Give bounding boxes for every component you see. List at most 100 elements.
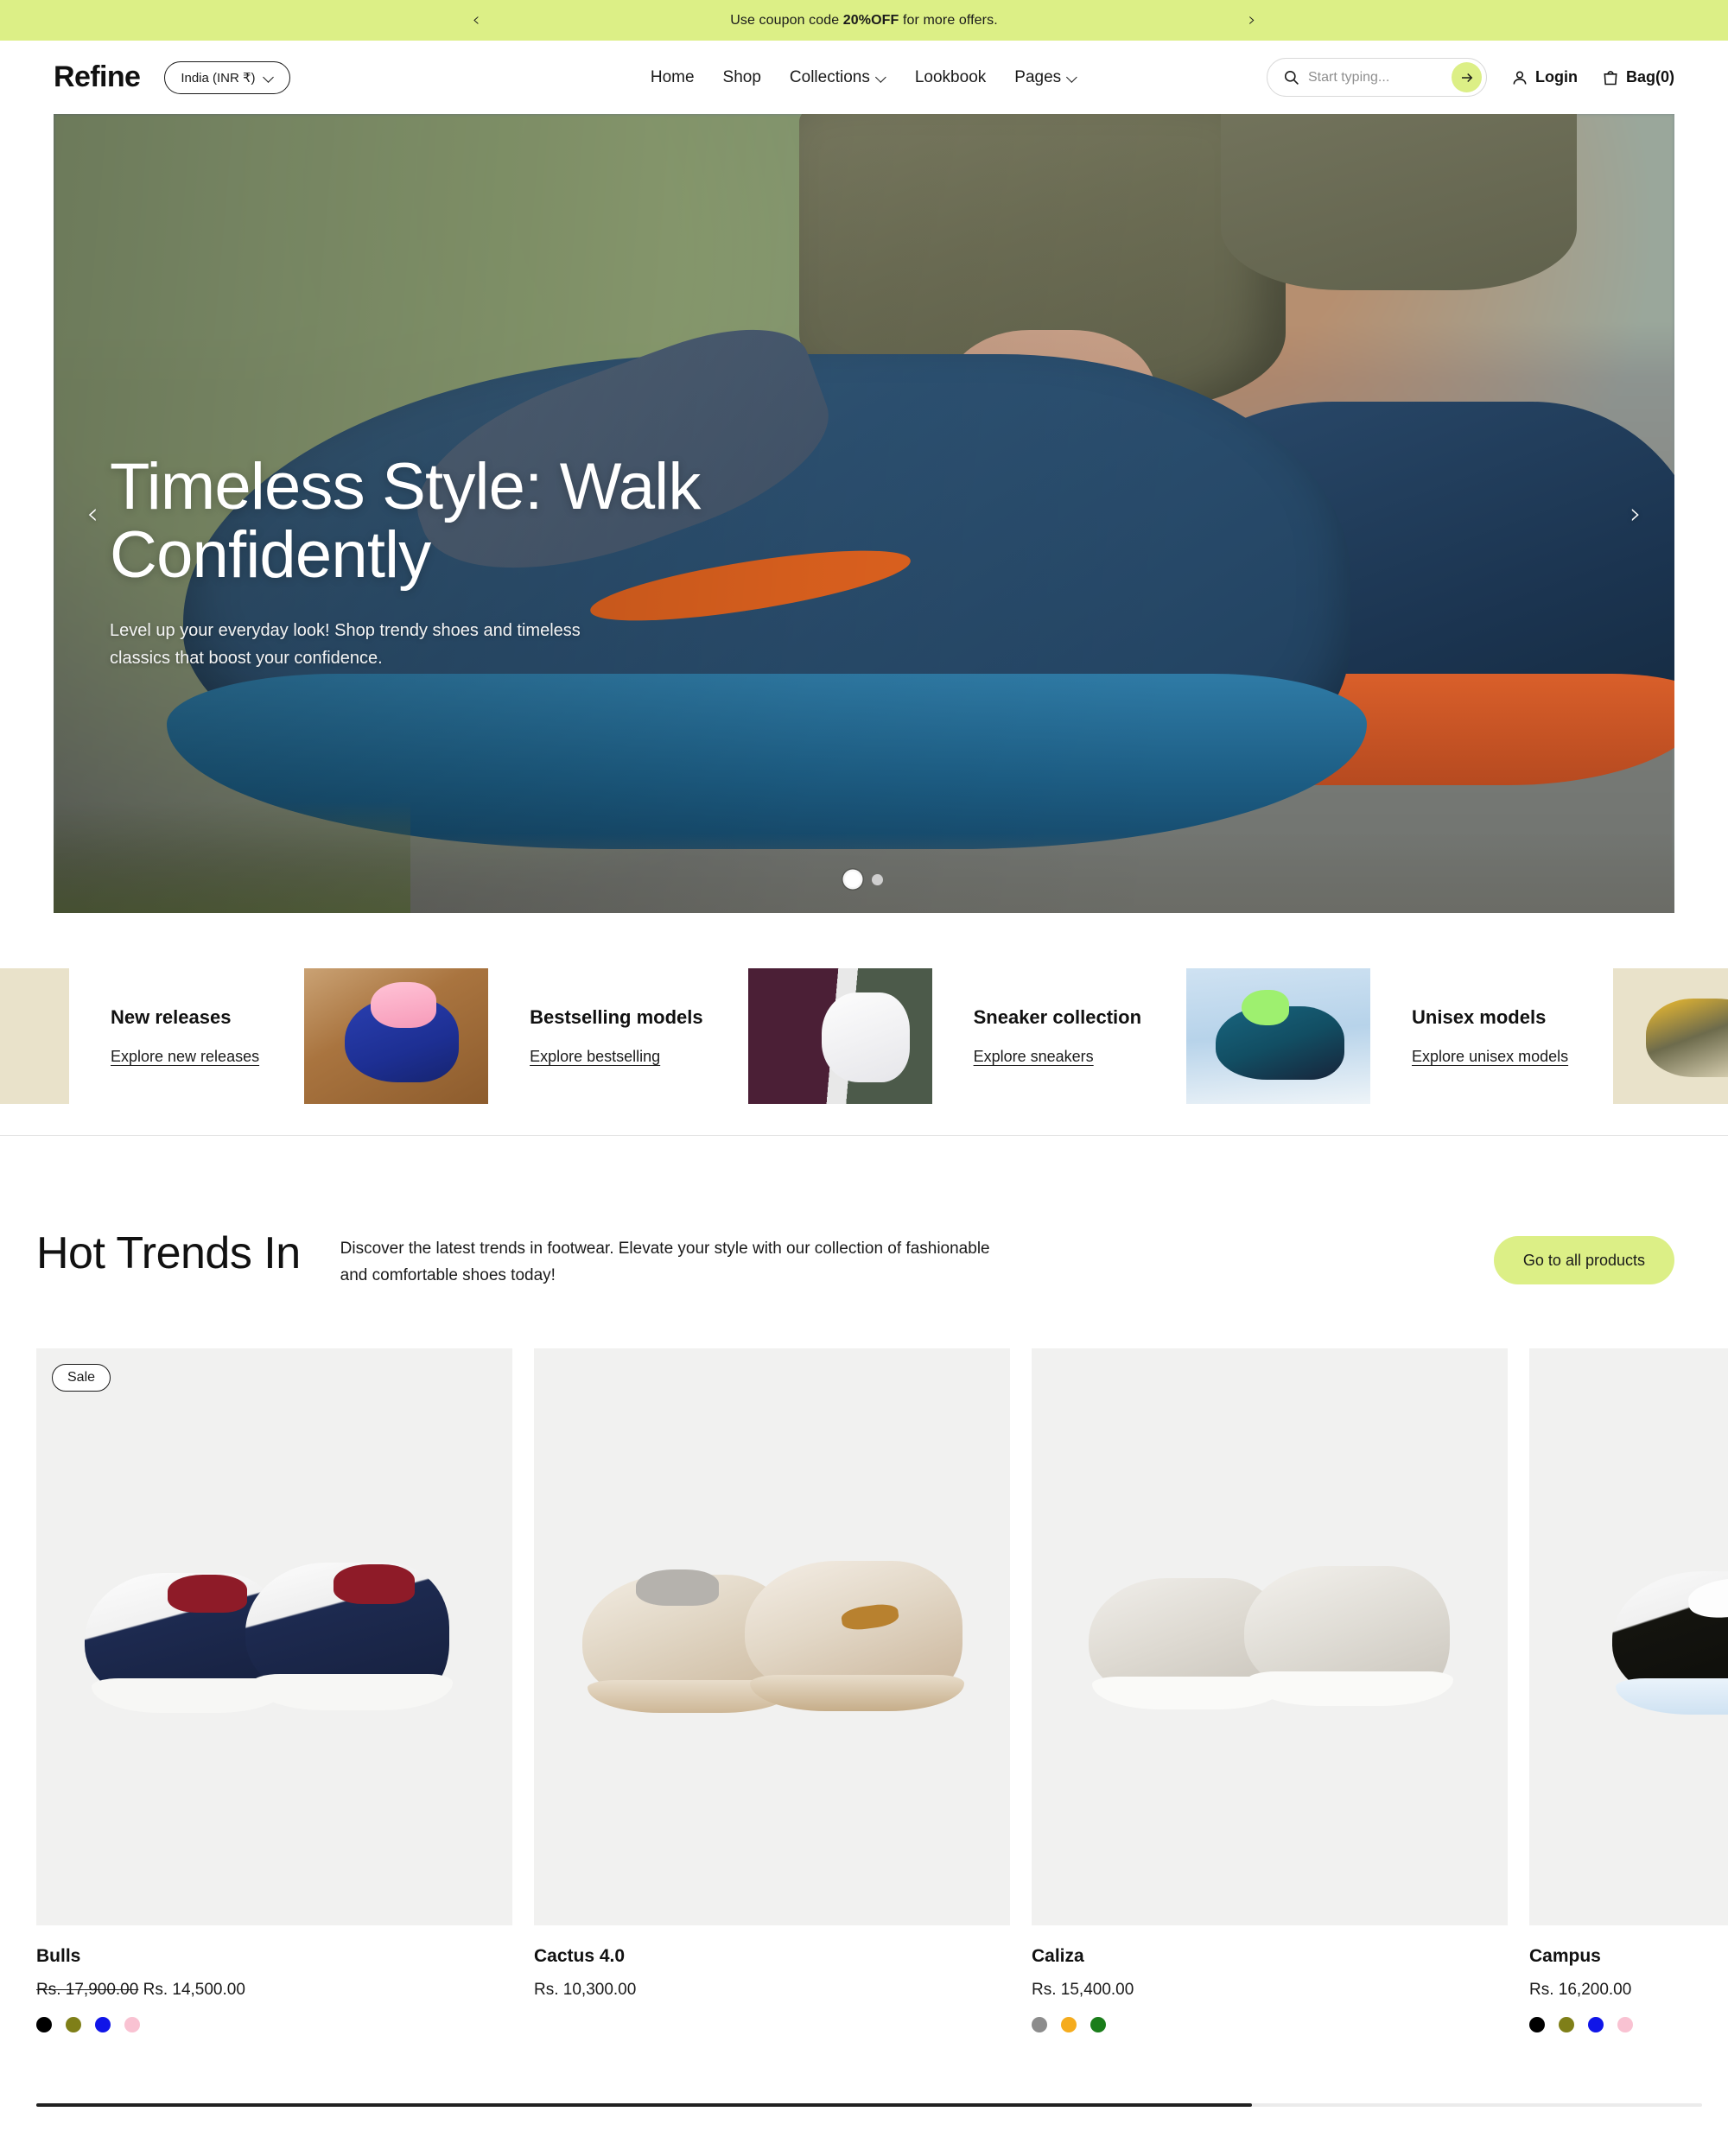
product-photo-caliza	[1080, 1549, 1460, 1747]
category-title: Sneaker collection	[973, 1006, 1142, 1028]
nav-item-home[interactable]: Home	[651, 68, 695, 87]
nav-item-pages[interactable]: Pages	[1014, 68, 1077, 87]
category-item-new-releases[interactable]: New releases Explore new releases	[69, 968, 489, 1104]
nav-label: Collections	[789, 67, 870, 86]
announcement-prev-icon[interactable]: ‹	[465, 10, 487, 32]
user-icon	[1513, 71, 1527, 85]
category-item-sneakers[interactable]: Sneaker collection Explore sneakers	[932, 968, 1371, 1104]
nav-label: Lookbook	[914, 67, 987, 86]
go-to-all-products-button[interactable]: Go to all products	[1493, 1236, 1674, 1284]
product-image[interactable]: Sale	[36, 1348, 512, 1925]
hero-carousel: Timeless Style: Walk Confidently Level u…	[54, 114, 1674, 913]
search-box[interactable]	[1267, 58, 1487, 97]
product-card-bulls[interactable]: Sale Bulls Rs. 17,900.00 Rs. 14,500.00	[36, 1348, 512, 2032]
product-name: Caliza	[1032, 1945, 1084, 1966]
color-swatch-blue[interactable]	[95, 2016, 111, 2032]
category-item-bestselling[interactable]: Bestselling models Explore bestselling	[488, 968, 932, 1104]
chevron-down-icon	[1068, 73, 1077, 82]
nav-item-shop[interactable]: Shop	[723, 68, 761, 87]
section-title: Hot Trends In	[36, 1228, 301, 1278]
product-price-current: Rs. 15,400.00	[1032, 1980, 1134, 1999]
main-navigation: Home Shop Collections Lookbook Pages	[651, 68, 1077, 87]
color-swatch-pink[interactable]	[124, 2016, 140, 2032]
category-item-unisex[interactable]: Unisex models Explore unisex models	[1370, 968, 1728, 1104]
category-title: Unisex models	[1412, 1006, 1547, 1028]
hero-prev-icon[interactable]: ‹	[73, 494, 112, 534]
color-swatch-black[interactable]	[36, 2016, 52, 2032]
product-name: Campus	[1529, 1945, 1601, 1966]
product-card-cactus[interactable]: Cactus 4.0 Rs. 10,300.00	[534, 1348, 1010, 2032]
search-submit-button[interactable]	[1452, 62, 1482, 92]
category-image-sneakers	[1186, 968, 1371, 1104]
product-name: Bulls	[36, 1945, 81, 1966]
carousel-progress-track[interactable]	[36, 2103, 1702, 2107]
hero-next-icon[interactable]: ›	[1616, 494, 1655, 534]
category-link[interactable]: Explore new releases	[111, 1048, 259, 1066]
announcement-bar: ‹ Use coupon code 20%OFF for more offers…	[0, 0, 1728, 41]
hero-dots	[845, 872, 883, 887]
bag-label: Bag(0)	[1625, 68, 1674, 86]
color-swatch-olive[interactable]	[66, 2016, 81, 2032]
category-image-partial	[0, 968, 69, 1104]
brand-logo[interactable]: Refine	[54, 60, 141, 94]
category-link[interactable]: Explore bestselling	[530, 1048, 660, 1066]
sale-badge: Sale	[52, 1363, 111, 1392]
nav-label: Shop	[722, 67, 761, 86]
product-card-campus[interactable]: Campus Rs. 16,200.00	[1529, 1348, 1728, 2032]
product-photo-cactus	[581, 1549, 964, 1747]
color-swatch-black[interactable]	[1529, 2016, 1545, 2032]
product-color-swatches	[1032, 2016, 1508, 2032]
product-price-original: Rs. 17,900.00	[36, 1980, 139, 1999]
announcement-text: Use coupon code 20%OFF for more offers.	[730, 13, 998, 29]
nav-label: Pages	[1014, 67, 1062, 86]
category-image-new-releases	[304, 968, 489, 1104]
announcement-prefix: Use coupon code	[730, 12, 843, 28]
color-swatch-pink[interactable]	[1617, 2016, 1633, 2032]
login-button[interactable]: Login	[1511, 68, 1578, 87]
color-swatch-olive[interactable]	[1559, 2016, 1574, 2032]
category-link[interactable]: Explore unisex models	[1412, 1048, 1568, 1066]
product-card-caliza[interactable]: Caliza Rs. 15,400.00	[1032, 1348, 1508, 2032]
hero-title: Timeless Style: Walk Confidently	[110, 450, 701, 593]
product-image[interactable]	[534, 1348, 1010, 1925]
category-link[interactable]: Explore sneakers	[974, 1048, 1094, 1066]
product-color-swatches	[1529, 2016, 1728, 2032]
search-icon	[1284, 70, 1299, 85]
product-price-current: Rs. 14,500.00	[143, 1980, 245, 1999]
product-name: Cactus 4.0	[534, 1945, 626, 1966]
product-price: Rs. 17,900.00 Rs. 14,500.00	[36, 1981, 512, 2000]
nav-item-lookbook[interactable]: Lookbook	[915, 68, 986, 87]
site-header: Refine India (INR ₹) Home Shop Collectio…	[0, 41, 1728, 114]
section-description: Discover the latest trends in footwear. …	[340, 1240, 990, 1284]
hero-dot-1[interactable]	[845, 872, 861, 887]
category-title: New releases	[111, 1006, 232, 1028]
search-input[interactable]	[1308, 69, 1443, 86]
shopping-bag-icon	[1604, 70, 1617, 85]
announcement-suffix: for more offers.	[899, 12, 998, 28]
trends-header: Hot Trends In Discover the latest trends…	[0, 1136, 1728, 1290]
chevron-down-icon	[264, 73, 274, 82]
product-price-current: Rs. 10,300.00	[534, 1980, 637, 1999]
nav-item-collections[interactable]: Collections	[790, 68, 886, 87]
carousel-progress-bar[interactable]	[36, 2103, 1253, 2107]
hero-dot-2[interactable]	[872, 873, 883, 885]
category-title: Bestselling models	[530, 1006, 703, 1028]
announcement-next-icon[interactable]: ›	[1241, 10, 1263, 32]
hero-subtitle: Level up your everyday look! Shop trendy…	[110, 621, 581, 669]
bag-button[interactable]: Bag(0)	[1602, 68, 1674, 87]
color-swatch-green[interactable]	[1090, 2016, 1106, 2032]
product-price: Rs. 10,300.00	[534, 1981, 1010, 2000]
product-image[interactable]	[1529, 1348, 1728, 1925]
category-image-unisex	[1613, 968, 1728, 1104]
product-carousel: Sale Bulls Rs. 17,900.00 Rs. 14,500.00 C…	[0, 1348, 1728, 2032]
arrow-right-icon	[1461, 73, 1472, 82]
color-swatch-grey[interactable]	[1032, 2016, 1047, 2032]
product-color-swatches	[534, 2017, 1010, 2032]
nav-label: Home	[650, 67, 695, 86]
currency-selector[interactable]: India (INR ₹)	[164, 60, 290, 94]
category-image-bestselling	[747, 968, 932, 1104]
color-swatch-orange[interactable]	[1061, 2016, 1077, 2032]
header-actions: Login Bag(0)	[1267, 58, 1674, 97]
product-image[interactable]	[1032, 1348, 1508, 1925]
color-swatch-blue[interactable]	[1588, 2016, 1604, 2032]
